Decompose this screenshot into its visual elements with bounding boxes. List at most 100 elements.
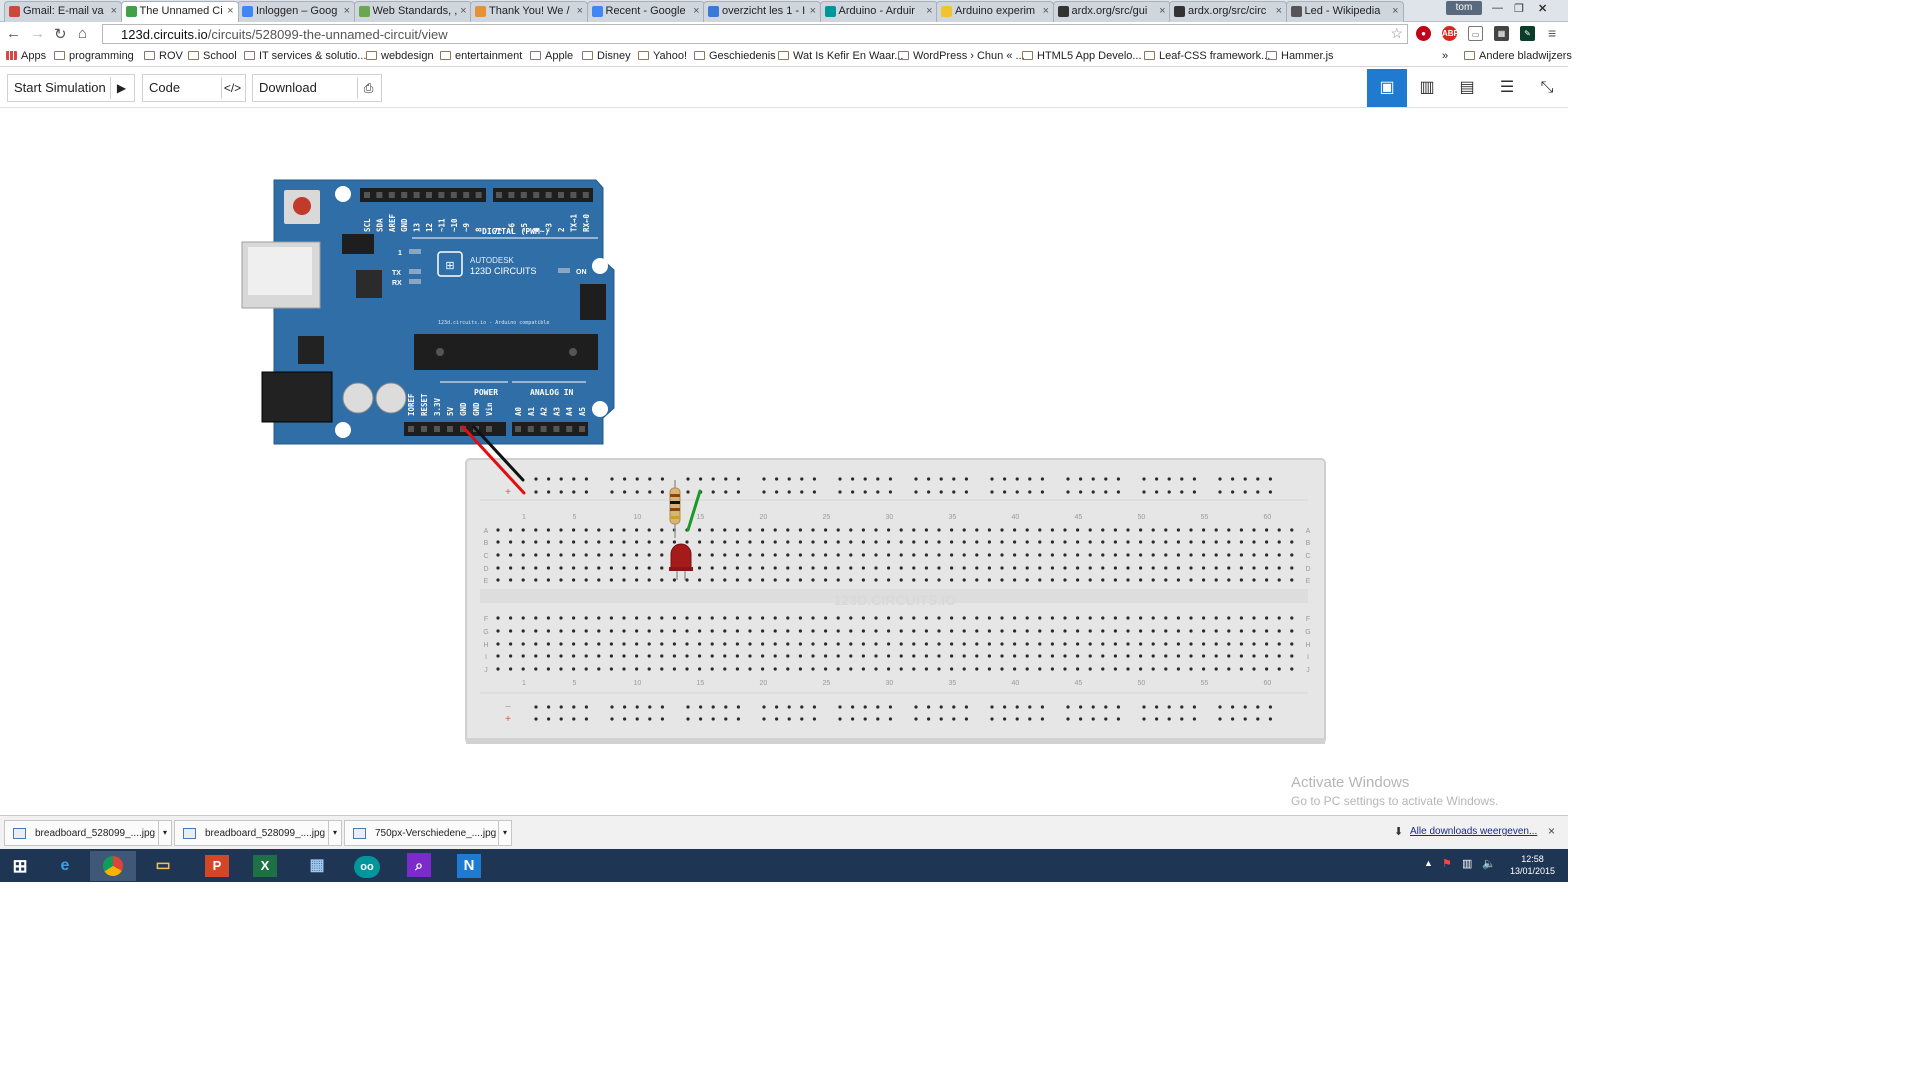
breadboard-hole[interactable]: [509, 553, 513, 557]
rail-hole[interactable]: [584, 705, 589, 709]
rail-hole[interactable]: [762, 490, 766, 494]
breadboard-hole[interactable]: [1076, 616, 1080, 620]
header-pin[interactable]: [376, 192, 383, 198]
breadboard-hole[interactable]: [1202, 566, 1206, 570]
header-pin[interactable]: [463, 192, 470, 198]
rail-hole[interactable]: [534, 705, 538, 709]
breadboard-hole[interactable]: [1227, 667, 1231, 671]
breadboard-hole[interactable]: [1113, 667, 1117, 671]
breadboard-hole[interactable]: [975, 629, 979, 633]
browser-tab[interactable]: Arduino experim ×: [936, 1, 1054, 22]
close-window-icon[interactable]: ✕: [1538, 2, 1547, 15]
tab-close-icon[interactable]: ×: [693, 5, 699, 17]
rail-hole[interactable]: [1091, 490, 1095, 494]
breadboard-hole[interactable]: [1139, 566, 1143, 570]
rail-hole[interactable]: [610, 490, 614, 494]
breadboard-hole[interactable]: [811, 616, 815, 620]
breadboard-hole[interactable]: [1265, 667, 1269, 671]
breadboard-hole[interactable]: [584, 540, 588, 544]
breadboard-hole[interactable]: [1277, 629, 1281, 633]
breadboard-hole[interactable]: [1176, 566, 1180, 570]
breadboard-hole[interactable]: [887, 629, 891, 633]
rail-hole[interactable]: [1003, 705, 1007, 709]
breadboard-hole[interactable]: [849, 528, 853, 532]
breadboard-hole[interactable]: [1038, 553, 1042, 557]
breadboard-hole[interactable]: [647, 629, 651, 633]
rail-hole[interactable]: [1066, 717, 1070, 721]
breadboard-hole[interactable]: [1025, 629, 1029, 633]
breadboard-hole[interactable]: [786, 629, 790, 633]
tab-close-icon[interactable]: ×: [460, 5, 466, 17]
rail-hole[interactable]: [1167, 490, 1171, 494]
breadboard-hole[interactable]: [786, 578, 790, 582]
breadboard-hole[interactable]: [660, 578, 664, 582]
breadboard-hole[interactable]: [1013, 578, 1017, 582]
breadboard-hole[interactable]: [1088, 528, 1092, 532]
rail-hole[interactable]: [686, 717, 690, 721]
header-pin[interactable]: [475, 192, 482, 198]
breadboard-hole[interactable]: [912, 578, 916, 582]
breadboard-hole[interactable]: [685, 578, 689, 582]
breadboard-hole[interactable]: [534, 578, 538, 582]
breadboard-hole[interactable]: [1063, 654, 1067, 658]
rail-hole[interactable]: [736, 477, 741, 481]
breadboard-hole[interactable]: [1076, 654, 1080, 658]
chevron-down-icon[interactable]: ▾: [328, 820, 342, 846]
rail-hole[interactable]: [547, 717, 551, 721]
breadboard-hole[interactable]: [609, 528, 614, 532]
breadboard-hole[interactable]: [1050, 642, 1054, 646]
breadboard-hole[interactable]: [975, 553, 979, 557]
breadboard-hole[interactable]: [496, 540, 500, 544]
breadboard-hole[interactable]: [861, 553, 866, 557]
rail-hole[interactable]: [1116, 717, 1120, 721]
rail-hole[interactable]: [572, 717, 576, 721]
breadboard-hole[interactable]: [811, 667, 815, 671]
breadboard-hole[interactable]: [584, 578, 588, 582]
breadboard-hole[interactable]: [1265, 566, 1269, 570]
breadboard-hole[interactable]: [1202, 667, 1206, 671]
file-explorer-icon[interactable]: ▭: [140, 851, 186, 881]
rail-hole[interactable]: [1104, 477, 1108, 481]
breadboard-hole[interactable]: [509, 667, 513, 671]
rail-hole[interactable]: [838, 477, 842, 481]
breadboard-hole[interactable]: [660, 629, 664, 633]
breadboard-hole[interactable]: [622, 540, 626, 544]
breadboard-hole[interactable]: [773, 667, 777, 671]
breadboard-hole[interactable]: [1176, 642, 1180, 646]
rail-hole[interactable]: [800, 490, 804, 494]
breadboard-hole[interactable]: [1126, 553, 1130, 557]
rail-hole[interactable]: [1040, 705, 1044, 709]
breadboard-hole[interactable]: [609, 616, 614, 620]
rail-hole[interactable]: [660, 490, 665, 494]
rail-hole[interactable]: [927, 717, 931, 721]
breadboard-hole[interactable]: [597, 540, 601, 544]
breadboard-hole[interactable]: [887, 616, 891, 620]
tab-close-icon[interactable]: ×: [577, 5, 583, 17]
breadboard-hole[interactable]: [1088, 578, 1092, 582]
breadboard-hole[interactable]: [849, 578, 853, 582]
breadboard-hole[interactable]: [1139, 667, 1143, 671]
rail-hole[interactable]: [711, 477, 715, 481]
breadboard-hole[interactable]: [1239, 553, 1243, 557]
breadboard-hole[interactable]: [1050, 528, 1054, 532]
breadboard-hole[interactable]: [546, 540, 551, 544]
header-pin[interactable]: [527, 426, 534, 432]
breadboard-hole[interactable]: [1025, 528, 1029, 532]
breadboard-hole[interactable]: [710, 553, 714, 557]
breadboard-hole[interactable]: [1139, 654, 1143, 658]
rail-hole[interactable]: [711, 490, 715, 494]
breadboard-hole[interactable]: [509, 629, 513, 633]
rail-hole[interactable]: [952, 477, 956, 481]
rail-hole[interactable]: [952, 717, 956, 721]
breadboard-hole[interactable]: [962, 629, 966, 633]
breadboard-hole[interactable]: [1252, 616, 1256, 620]
breadboard-hole[interactable]: [572, 528, 576, 532]
breadboard-hole[interactable]: [849, 553, 853, 557]
bookmark-item[interactable]: Wat Is Kefir En Waar...: [778, 50, 903, 62]
breadboard-hole[interactable]: [1101, 667, 1105, 671]
breadboard-hole[interactable]: [1050, 629, 1054, 633]
breadboard-hole[interactable]: [1252, 654, 1256, 658]
breadboard-hole[interactable]: [1038, 667, 1042, 671]
breadboard-hole[interactable]: [937, 578, 941, 582]
breadboard-hole[interactable]: [572, 540, 576, 544]
